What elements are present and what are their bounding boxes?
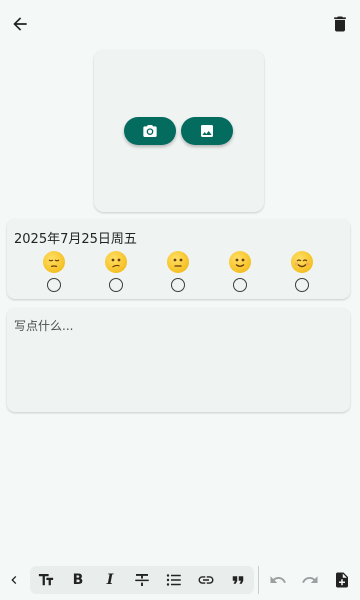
italic-button[interactable]: I — [98, 568, 122, 592]
mood-option — [287, 251, 317, 295]
bullet-list-button[interactable] — [162, 568, 186, 592]
mood-option — [101, 251, 131, 295]
mood-radio[interactable] — [47, 278, 61, 292]
mood-radio[interactable] — [171, 278, 185, 292]
quote-icon — [232, 576, 244, 584]
mood-option — [225, 251, 255, 295]
delete-icon — [334, 16, 346, 32]
mood-option — [39, 251, 69, 295]
text-size-button[interactable] — [34, 568, 58, 592]
bold-icon: B — [72, 572, 84, 588]
mood-radio[interactable] — [295, 278, 309, 292]
pensive-face-icon[interactable] — [43, 251, 65, 273]
toolbar-divider — [258, 566, 259, 594]
entry-date[interactable]: 2025年7月25日周五 — [14, 228, 137, 247]
confused-face-icon[interactable] — [105, 251, 127, 273]
note-card — [7, 308, 350, 412]
strikethrough-button[interactable] — [130, 568, 154, 592]
mood-radio[interactable] — [233, 278, 247, 292]
image-icon — [201, 125, 213, 137]
arrow-back-icon — [13, 17, 27, 31]
gallery-button[interactable] — [181, 117, 233, 145]
undo-button[interactable] — [266, 568, 290, 592]
italic-icon: I — [106, 572, 114, 588]
collapse-toolbar-button[interactable] — [2, 568, 26, 592]
mood-card: 2025年7月25日周五 — [7, 219, 350, 299]
undo-icon — [270, 576, 286, 583]
redo-icon — [302, 576, 318, 583]
format-toolbar: B I — [0, 560, 360, 600]
smiling-face-icon[interactable] — [291, 251, 313, 273]
strikethrough-icon — [135, 574, 149, 586]
add-note-button[interactable] — [330, 568, 354, 592]
link-button[interactable] — [194, 568, 218, 592]
neutral-face-icon[interactable] — [167, 251, 189, 273]
camera-icon — [143, 125, 157, 137]
text-size-icon — [38, 574, 54, 586]
add-note-icon — [336, 572, 348, 588]
note-input[interactable] — [7, 308, 350, 412]
mood-radio[interactable] — [109, 278, 123, 292]
photo-card — [94, 50, 264, 212]
mood-options — [39, 251, 317, 295]
bold-button[interactable]: B — [66, 568, 90, 592]
redo-button[interactable] — [298, 568, 322, 592]
camera-button[interactable] — [124, 117, 176, 145]
bullet-list-icon — [166, 574, 181, 586]
slight-smile-icon[interactable] — [229, 251, 251, 273]
diary-editor-screen: 2025年7月25日周五 写点什么... B I — [0, 0, 360, 600]
collapse-chevron-icon — [11, 576, 17, 584]
quote-button[interactable] — [226, 568, 250, 592]
link-icon — [198, 576, 214, 584]
mood-option — [163, 251, 193, 295]
delete-button[interactable] — [326, 10, 354, 38]
back-button[interactable] — [6, 10, 34, 38]
